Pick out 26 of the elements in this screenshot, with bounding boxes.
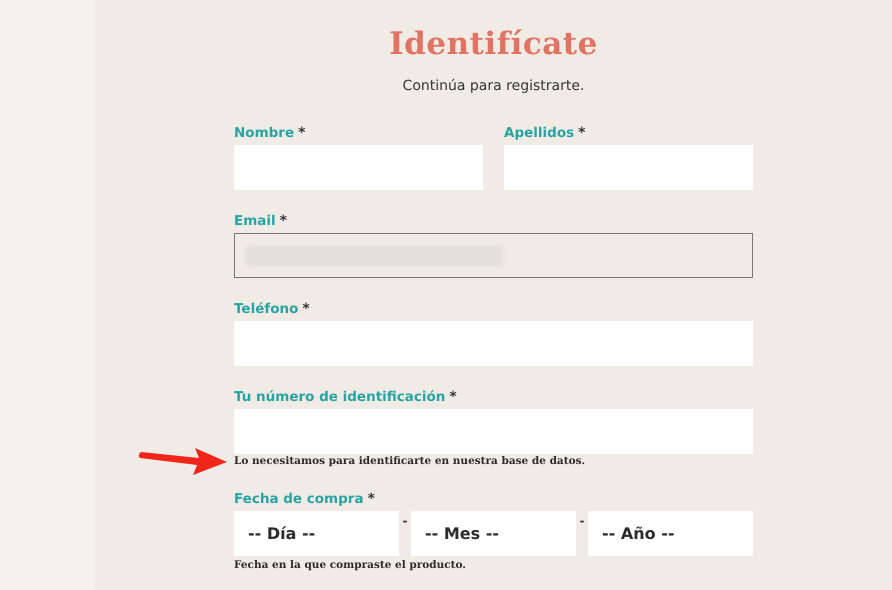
help-text: Lo necesitamos para identificarte en nuestra base de datos. [234, 454, 586, 468]
field-label: Nombre [234, 125, 294, 141]
input-field[interactable] [234, 233, 753, 278]
required-mark: * [578, 125, 586, 141]
subtitle: Continúa para registrarte. [402, 77, 584, 96]
field-label: Email [234, 213, 276, 229]
help-text: Fecha en la que compraste el producto. [234, 558, 467, 572]
field-label: Tu número de identificación [234, 389, 446, 405]
required-mark: * [302, 301, 310, 317]
input-field[interactable] [234, 409, 753, 454]
field-label: Apellidos [504, 125, 574, 141]
date-separator: - [402, 513, 408, 530]
date-select[interactable]: -- Día -- [234, 511, 399, 556]
required-mark: * [449, 389, 457, 405]
field-label: Fecha de compra [234, 491, 364, 507]
page-title: Identifícate [389, 25, 598, 64]
date-select[interactable]: -- Año -- [588, 511, 753, 556]
field-label: Teléfono [234, 301, 298, 317]
required-mark: * [298, 125, 306, 141]
required-mark: * [368, 491, 375, 507]
date-select[interactable]: -- Mes -- [411, 511, 576, 556]
required-mark: * [280, 213, 287, 229]
date-separator: - [578, 513, 586, 530]
input-field[interactable] [504, 145, 753, 190]
input-field[interactable] [234, 321, 753, 366]
input-field[interactable] [234, 145, 483, 190]
